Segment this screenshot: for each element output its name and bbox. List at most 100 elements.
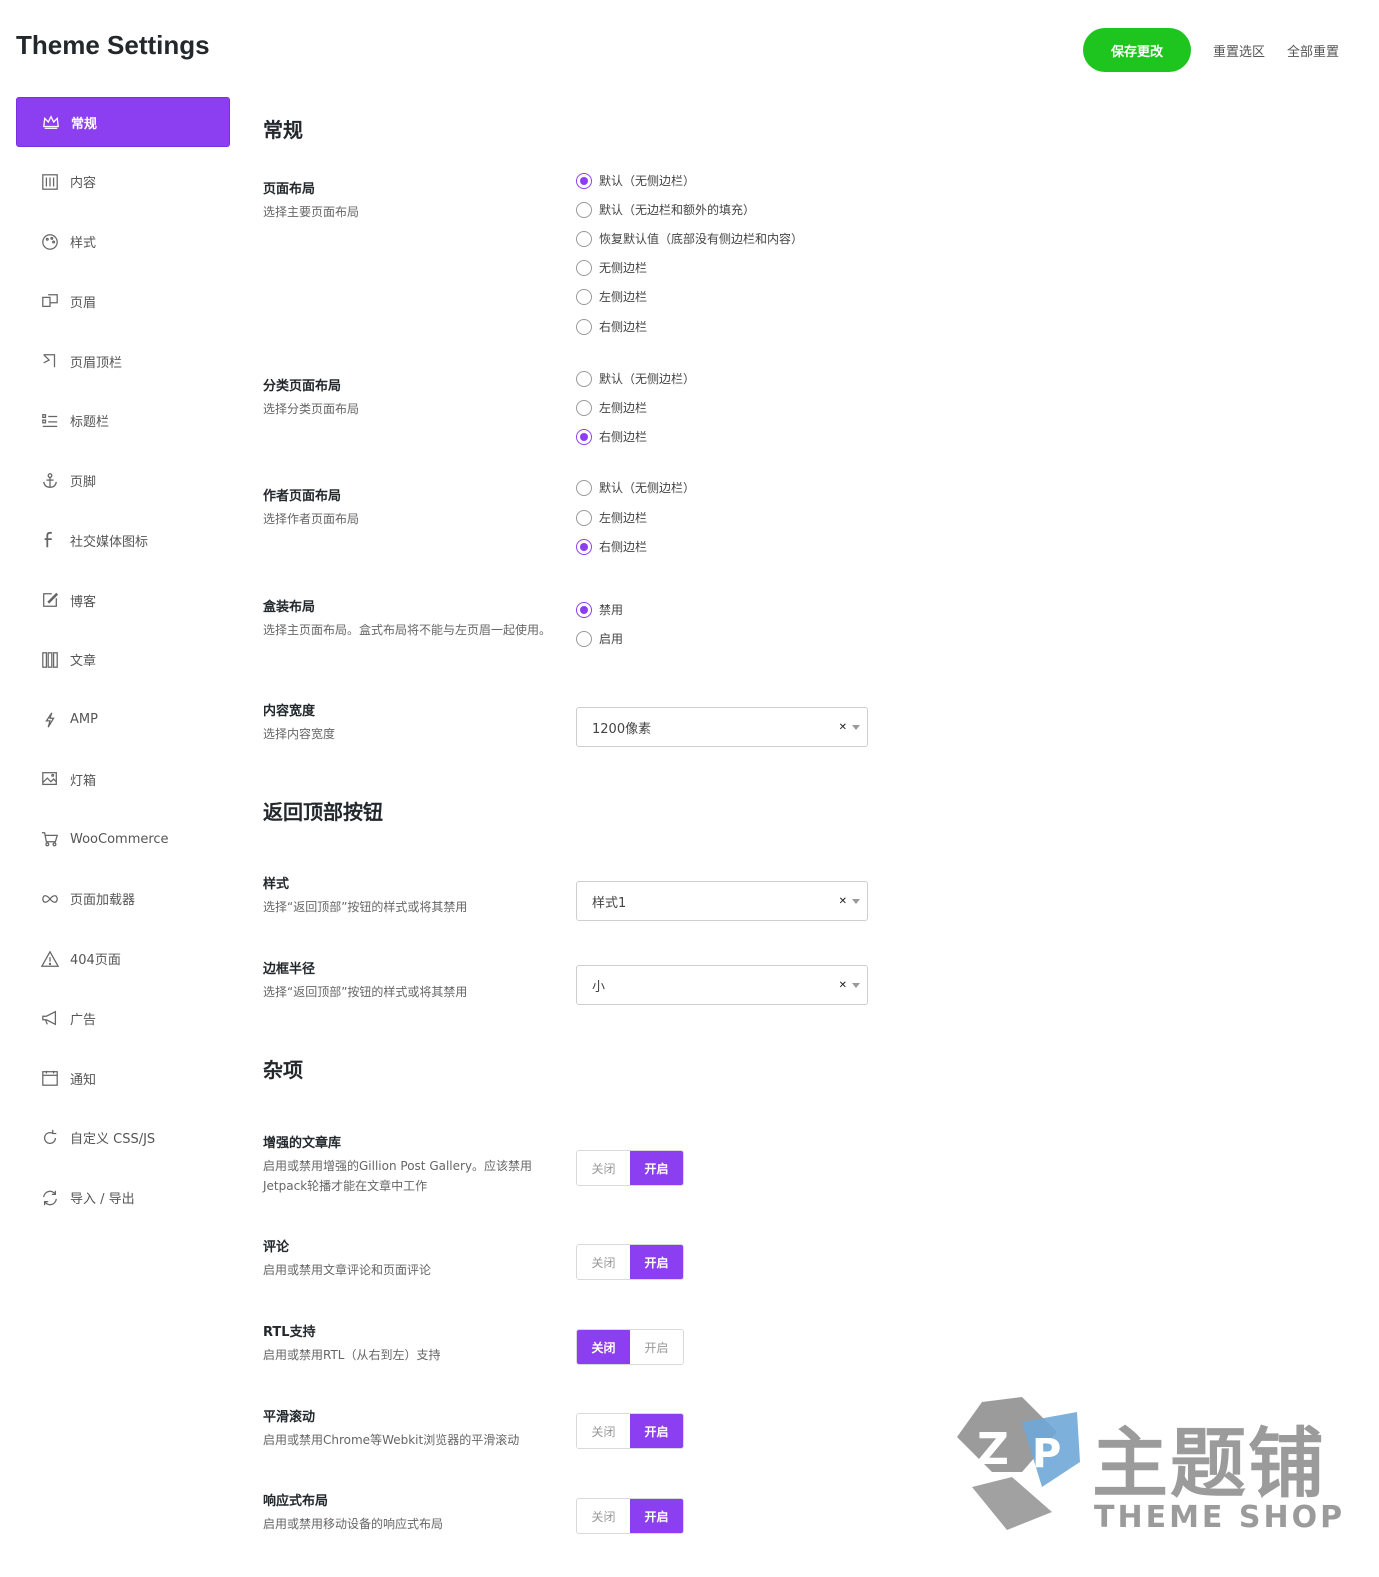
sidebar-item-social[interactable]: 社交媒体图标 (16, 515, 230, 565)
sidebar-item-amp[interactable]: AMP (16, 695, 230, 745)
chevron-down-icon[interactable] (852, 899, 860, 904)
toggle-responsive[interactable]: 关闭 开启 (576, 1498, 684, 1534)
save-button[interactable]: 保存更改 (1082, 28, 1191, 72)
field-label-btt-style: 样式 (263, 877, 290, 892)
sidebar-item-header[interactable]: 页眉 (16, 276, 230, 326)
sidebar-item-blog[interactable]: 博客 (16, 575, 230, 625)
sidebar-item-footer[interactable]: 页脚 (16, 456, 230, 506)
field-label-page-layout: 页面布局 (263, 182, 316, 197)
field-desc-gallery: 启用或禁用增强的Gillion Post Gallery。应该禁用Jetpack… (263, 1159, 533, 1193)
warning-icon (40, 949, 60, 969)
toggle-on[interactable]: 开启 (630, 1499, 683, 1533)
toggle-gallery[interactable]: 关闭 开启 (576, 1150, 684, 1186)
toggle-off[interactable]: 关闭 (577, 1151, 630, 1185)
cart-icon (40, 829, 60, 849)
sidebar-item-label: 广告 (70, 1012, 97, 1028)
facebook-icon (40, 530, 60, 550)
sidebar-item-label: AMP (70, 712, 98, 727)
sidebar-item-ads[interactable]: 广告 (16, 993, 230, 1043)
select-value: 样式1 (592, 895, 627, 911)
crown-icon (41, 112, 61, 132)
btt-radius-select[interactable]: 小 ✕ (576, 965, 868, 1005)
sidebar-item-lightbox[interactable]: 灯箱 (16, 754, 230, 804)
svg-text:Z: Z (977, 1424, 1009, 1475)
topbar-icon (40, 351, 60, 371)
radio-page-layout-default[interactable]: 默认（无侧边栏） (576, 172, 695, 189)
field-label-boxed-layout: 盒装布局 (263, 600, 316, 615)
field-label-responsive: 响应式布局 (263, 1494, 329, 1509)
sliders-icon (40, 172, 60, 192)
sidebar-item-preloader[interactable]: 页面加载器 (16, 874, 230, 924)
sidebar-item-general[interactable]: 常规 (16, 97, 230, 147)
radio-author-default[interactable]: 默认（无侧边栏） (576, 479, 695, 496)
field-label-comments: 评论 (263, 1240, 290, 1255)
sidebar-item-import-export[interactable]: 导入 / 导出 (16, 1173, 230, 1223)
sidebar-item-style[interactable]: 样式 (16, 217, 230, 267)
sidebar-item-notice[interactable]: 通知 (16, 1053, 230, 1103)
radio-category-left[interactable]: 左侧边栏 (576, 399, 647, 416)
select-value: 小 (592, 979, 606, 995)
radio-boxed-enable[interactable]: 启用 (576, 630, 623, 647)
radio-category-right[interactable]: 右侧边栏 (576, 428, 647, 445)
field-desc-btt-radius: 选择“返回顶部”按钮的样式或将其禁用 (263, 985, 468, 999)
section-title-general: 常规 (263, 118, 303, 142)
toggle-off[interactable]: 关闭 (577, 1245, 630, 1279)
radio-category-default[interactable]: 默认（无侧边栏） (576, 370, 695, 387)
radio-boxed-disable[interactable]: 禁用 (576, 601, 623, 618)
radio-author-left[interactable]: 左侧边栏 (576, 509, 647, 526)
btt-style-select[interactable]: 样式1 ✕ (576, 881, 868, 921)
sidebar-item-label: 标题栏 (70, 415, 110, 431)
toggle-on[interactable]: 开启 (630, 1151, 683, 1185)
refresh-icon (40, 1128, 60, 1148)
sidebar-item-posts[interactable]: 文章 (16, 635, 230, 685)
sync-icon (40, 1188, 60, 1208)
sidebar-item-woocommerce[interactable]: WooCommerce (16, 814, 230, 864)
toggle-rtl[interactable]: 关闭 开启 (576, 1329, 684, 1365)
field-label-btt-radius: 边框半径 (263, 962, 316, 977)
sidebar-item-topbar[interactable]: 页眉顶栏 (16, 336, 230, 386)
sidebar-item-titlebar[interactable]: 标题栏 (16, 396, 230, 446)
field-desc-btt-style: 选择“返回顶部”按钮的样式或将其禁用 (263, 900, 468, 914)
sidebar-item-label: WooCommerce (70, 831, 169, 847)
section-title-back-to-top: 返回顶部按钮 (263, 800, 383, 824)
toggle-comments[interactable]: 关闭 开启 (576, 1244, 684, 1280)
radio-page-layout-right[interactable]: 右侧边栏 (576, 318, 647, 335)
clear-icon[interactable]: ✕ (839, 896, 847, 907)
toggle-on[interactable]: 开启 (630, 1414, 683, 1448)
radio-author-right[interactable]: 右侧边栏 (576, 538, 647, 555)
reset-section-link[interactable]: 重置选区 (1213, 41, 1265, 60)
toggle-off[interactable]: 关闭 (577, 1414, 630, 1448)
sidebar-item-label: 通知 (70, 1072, 97, 1088)
edit-icon (40, 590, 60, 610)
clear-icon[interactable]: ✕ (839, 722, 847, 733)
sidebar-item-label: 导入 / 导出 (70, 1192, 135, 1207)
reset-all-link[interactable]: 全部重置 (1287, 41, 1339, 60)
toggle-off[interactable]: 关闭 (577, 1499, 630, 1533)
watermark-logo-icon: Z P (957, 1397, 1080, 1530)
sidebar-item-label: 页眉顶栏 (70, 355, 123, 371)
content-width-select[interactable]: 1200像素 ✕ (576, 707, 868, 747)
radio-page-layout-left[interactable]: 左侧边栏 (576, 288, 647, 305)
toggle-smooth-scroll[interactable]: 关闭 开启 (576, 1413, 684, 1449)
sidebar-item-404[interactable]: 404页面 (16, 934, 230, 984)
sidebar-item-custom-css-js[interactable]: 自定义 CSS/JS (16, 1113, 230, 1163)
radio-page-layout-restore[interactable]: 恢复默认值（底部没有侧边栏和内容） (576, 230, 803, 247)
radio-page-layout-no-sidebar[interactable]: 无侧边栏 (576, 259, 647, 276)
field-label-rtl: RTL支持 (263, 1325, 316, 1340)
field-desc-smooth-scroll: 启用或禁用Chrome等Webkit浏览器的平滑滚动 (263, 1433, 520, 1447)
chevron-down-icon[interactable] (852, 725, 860, 730)
toggle-off[interactable]: 关闭 (577, 1330, 630, 1364)
toggle-on[interactable]: 开启 (630, 1330, 683, 1364)
sidebar: 常规 内容 样式 页眉 页眉顶栏 标题栏 页脚 社交媒体图标 博客 文章 AMP (16, 97, 230, 1232)
sidebar-item-label: 常规 (71, 116, 98, 132)
chevron-down-icon[interactable] (852, 983, 860, 988)
field-desc-author-layout: 选择作者页面布局 (263, 512, 360, 526)
bolt-icon (40, 710, 60, 730)
clear-icon[interactable]: ✕ (839, 980, 847, 991)
toggle-on[interactable]: 开启 (630, 1245, 683, 1279)
columns-icon (40, 650, 60, 670)
field-label-smooth-scroll: 平滑滚动 (263, 1410, 316, 1425)
radio-page-layout-no-padding[interactable]: 默认（无边栏和额外的填充） (576, 201, 755, 218)
field-label-gallery: 增强的文章库 (263, 1136, 342, 1151)
sidebar-item-content[interactable]: 内容 (16, 157, 230, 207)
